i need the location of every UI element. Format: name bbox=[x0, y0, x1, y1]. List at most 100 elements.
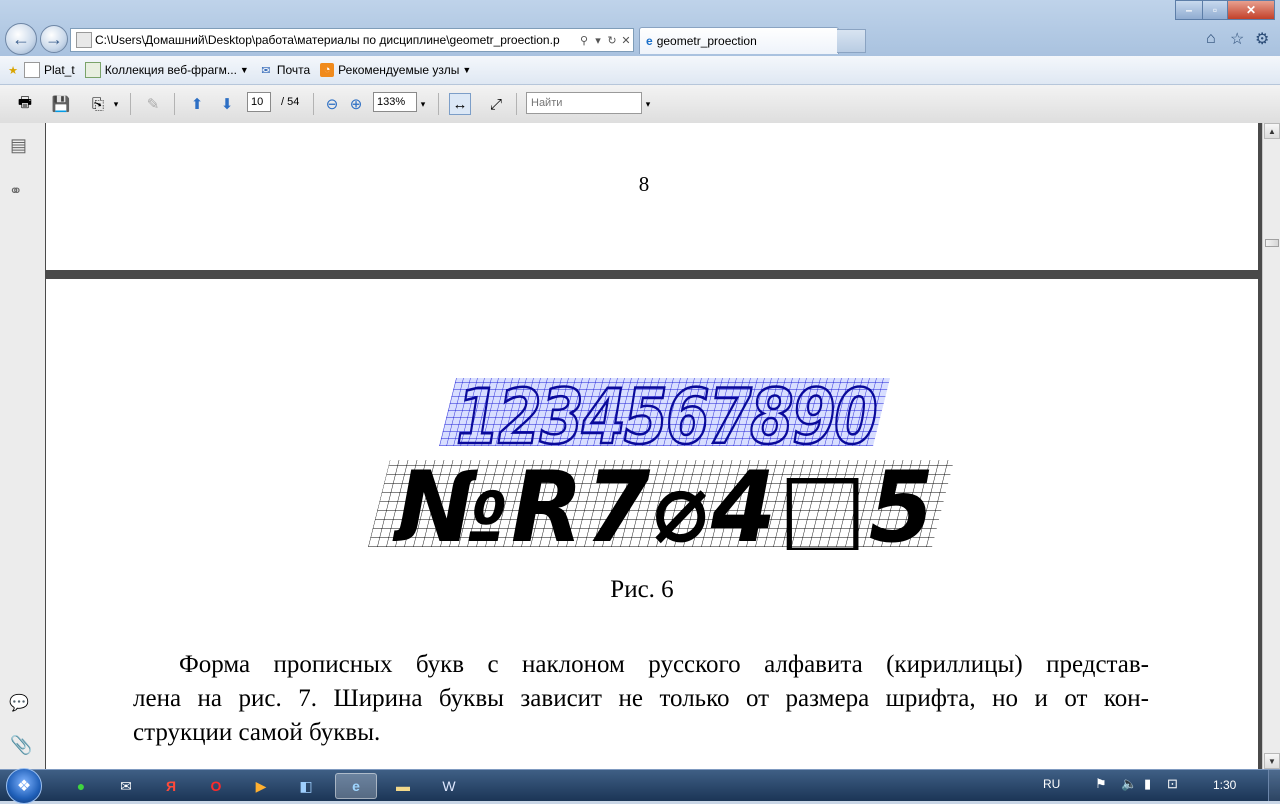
favorite-label: Коллекция веб-фрагм... bbox=[104, 63, 237, 77]
mail-icon: ✉ bbox=[261, 64, 271, 77]
chevron-down-icon: ▼ bbox=[239, 65, 249, 75]
back-button[interactable]: ← bbox=[5, 23, 37, 55]
taskbar-media-player-icon[interactable]: ▶ bbox=[240, 773, 282, 799]
taskbar-internet-explorer-icon[interactable]: e bbox=[335, 773, 377, 799]
comment-icon[interactable]: ✎ bbox=[142, 93, 164, 115]
next-page-icon[interactable]: ⬇ bbox=[216, 93, 238, 115]
minimize-icon: – bbox=[1185, 3, 1193, 17]
back-arrow-icon: ← bbox=[12, 28, 30, 49]
figure-symbols-line: №R7⌀4□5 bbox=[392, 451, 936, 550]
web-slice-icon bbox=[84, 62, 101, 78]
fit-page-icon[interactable]: ⤢ bbox=[485, 93, 507, 115]
pdf-navigation-panel: ▤ ⚭ 💬 📎 bbox=[0, 123, 46, 769]
favorite-item-plat-t[interactable]: Plat_t bbox=[24, 62, 75, 78]
zoom-dropdown-chevron-icon[interactable]: ▾ bbox=[417, 93, 429, 115]
ie-page-icon: e bbox=[646, 34, 653, 48]
page-total: / 54 bbox=[281, 96, 300, 108]
chevron-down-icon[interactable]: ▾ bbox=[110, 93, 122, 115]
maximize-button[interactable]: ▫ bbox=[1202, 0, 1228, 20]
zoom-out-icon[interactable]: ⊖ bbox=[321, 93, 343, 115]
search-icon[interactable]: ⚲ bbox=[577, 34, 591, 47]
print-icon[interactable]: 🖶 bbox=[14, 93, 36, 115]
scrollbar-thumb[interactable] bbox=[1265, 239, 1279, 247]
home-icon[interactable]: ⌂ bbox=[1206, 30, 1216, 48]
forward-arrow-icon: → bbox=[45, 28, 63, 49]
pdf-page-current: 1234567890 №R7⌀4□5 Рис. 6 Форма прописны… bbox=[46, 279, 1258, 769]
favorite-page-icon bbox=[24, 62, 40, 78]
favorites-bar: ★ Plat_t Коллекция веб-фрагм... ▼ ✉ Почт… bbox=[0, 56, 1280, 85]
address-bar[interactable]: C:\Users\Домашний\Desktop\работа\материа… bbox=[70, 28, 634, 52]
zoom-input[interactable] bbox=[373, 92, 417, 112]
toolbar-divider bbox=[516, 93, 517, 115]
chevron-down-icon: ▼ bbox=[462, 65, 472, 75]
pdf-page-previous: 8 bbox=[46, 123, 1258, 270]
pages-panel-icon[interactable]: ▤ bbox=[10, 135, 27, 156]
favorite-label: Plat_t bbox=[44, 63, 75, 77]
suggested-sites-icon: ◔ bbox=[320, 63, 335, 77]
battery-icon[interactable]: ▮ bbox=[1144, 776, 1151, 792]
minimize-button[interactable]: – bbox=[1175, 0, 1203, 20]
toolbar-divider bbox=[130, 93, 131, 115]
action-center-flag-icon[interactable]: ⚑ bbox=[1095, 776, 1107, 792]
page-number-input[interactable] bbox=[247, 92, 271, 112]
favorite-label: Рекомендуемые узлы bbox=[338, 63, 460, 77]
find-input[interactable] bbox=[526, 92, 642, 114]
figure-digits-line: 1234567890 bbox=[456, 375, 876, 461]
taskbar-mail-icon[interactable]: ✉ bbox=[105, 773, 147, 799]
share-icon[interactable]: ⎘ bbox=[87, 93, 109, 115]
tools-gear-icon[interactable]: ⚙ bbox=[1255, 29, 1269, 49]
close-icon: ✕ bbox=[1245, 3, 1257, 17]
vertical-scrollbar[interactable]: ▲ ▼ bbox=[1262, 123, 1280, 769]
fit-width-icon[interactable]: ↔ bbox=[449, 93, 471, 115]
address-text: C:\Users\Домашний\Desktop\работа\материа… bbox=[95, 33, 560, 47]
figure-6-lettering-sample: 1234567890 №R7⌀4□5 bbox=[368, 375, 954, 550]
bookmarks-panel-icon[interactable]: ⚭ bbox=[9, 181, 22, 201]
volume-icon[interactable]: 🔈 bbox=[1121, 776, 1137, 792]
windows-taskbar: ❖ ● ✉ Я O ▶ ◧ e ▬ W RU ⚑ 🔈 ▮ ⊡ 1:30 bbox=[0, 768, 1280, 804]
taskbar-explorer-folder-icon[interactable]: ▬ bbox=[382, 773, 424, 799]
comments-panel-icon[interactable]: 💬 bbox=[9, 693, 29, 713]
toolbar-divider bbox=[174, 93, 175, 115]
scroll-down-arrow-icon[interactable]: ▼ bbox=[1264, 753, 1280, 769]
new-tab-button[interactable] bbox=[837, 29, 866, 53]
taskbar-word-icon[interactable]: W bbox=[428, 773, 470, 799]
favorite-label: Почта bbox=[276, 63, 311, 77]
start-windows-icon[interactable]: ❖ bbox=[6, 768, 42, 804]
favorite-item-web-slices[interactable]: Коллекция веб-фрагм... ▼ bbox=[84, 62, 249, 78]
taskbar-yandex-icon[interactable]: Я bbox=[150, 773, 192, 799]
forward-button[interactable]: → bbox=[40, 25, 68, 53]
toolbar-divider bbox=[313, 93, 314, 115]
toolbar-divider bbox=[438, 93, 439, 115]
favorites-star-icon[interactable]: ★ bbox=[6, 63, 20, 77]
favorite-item-mail[interactable]: ✉ Почта bbox=[259, 63, 310, 77]
stop-icon[interactable]: ✕ bbox=[619, 34, 633, 47]
paragraph-line: Форма прописных букв с наклоном русского… bbox=[179, 651, 1149, 678]
taskbar-speaker-app-icon[interactable]: ◧ bbox=[285, 773, 327, 799]
pdf-document-viewer[interactable]: 8 1234567890 №R7⌀4□5 Рис. 6 Форма пропис… bbox=[45, 123, 1262, 769]
tab-title: geometr_proection bbox=[656, 34, 757, 48]
language-indicator[interactable]: RU bbox=[1043, 777, 1060, 791]
taskbar-app-icon[interactable]: ● bbox=[60, 773, 102, 799]
network-icon[interactable]: ⊡ bbox=[1167, 776, 1178, 792]
favorites-star-icon[interactable]: ☆ bbox=[1230, 29, 1244, 49]
refresh-icon[interactable]: ↻ bbox=[605, 34, 619, 47]
scroll-up-arrow-icon[interactable]: ▲ bbox=[1264, 123, 1280, 139]
find-dropdown-chevron-icon[interactable]: ▾ bbox=[642, 93, 654, 115]
taskbar-opera-icon[interactable]: O bbox=[195, 773, 237, 799]
restore-icon: ▫ bbox=[1212, 3, 1218, 17]
paragraph-line: струкции самой буквы. bbox=[133, 719, 381, 746]
save-icon[interactable]: 💾 bbox=[50, 93, 72, 115]
favorite-item-suggested[interactable]: ◔ Рекомендуемые узлы ▼ bbox=[320, 63, 471, 77]
paragraph-line: лена на рис. 7. Ширина буквы зависит не … bbox=[133, 685, 1149, 712]
previous-page-icon[interactable]: ⬆ bbox=[186, 93, 208, 115]
tab-geometr-proection[interactable]: e geometr_proection bbox=[639, 27, 839, 54]
attachments-paperclip-icon[interactable]: 📎 bbox=[10, 735, 32, 756]
pdf-file-icon bbox=[76, 32, 92, 48]
body-paragraph: Форма прописных букв с наклоном русского… bbox=[133, 648, 1149, 750]
close-button[interactable]: ✕ bbox=[1227, 0, 1275, 20]
zoom-in-icon[interactable]: ⊕ bbox=[345, 93, 367, 115]
page-number: 8 bbox=[638, 172, 650, 196]
clock[interactable]: 1:30 bbox=[1213, 778, 1236, 792]
chevron-down-icon[interactable]: ▾ bbox=[591, 34, 605, 47]
show-desktop-button[interactable] bbox=[1268, 770, 1280, 801]
